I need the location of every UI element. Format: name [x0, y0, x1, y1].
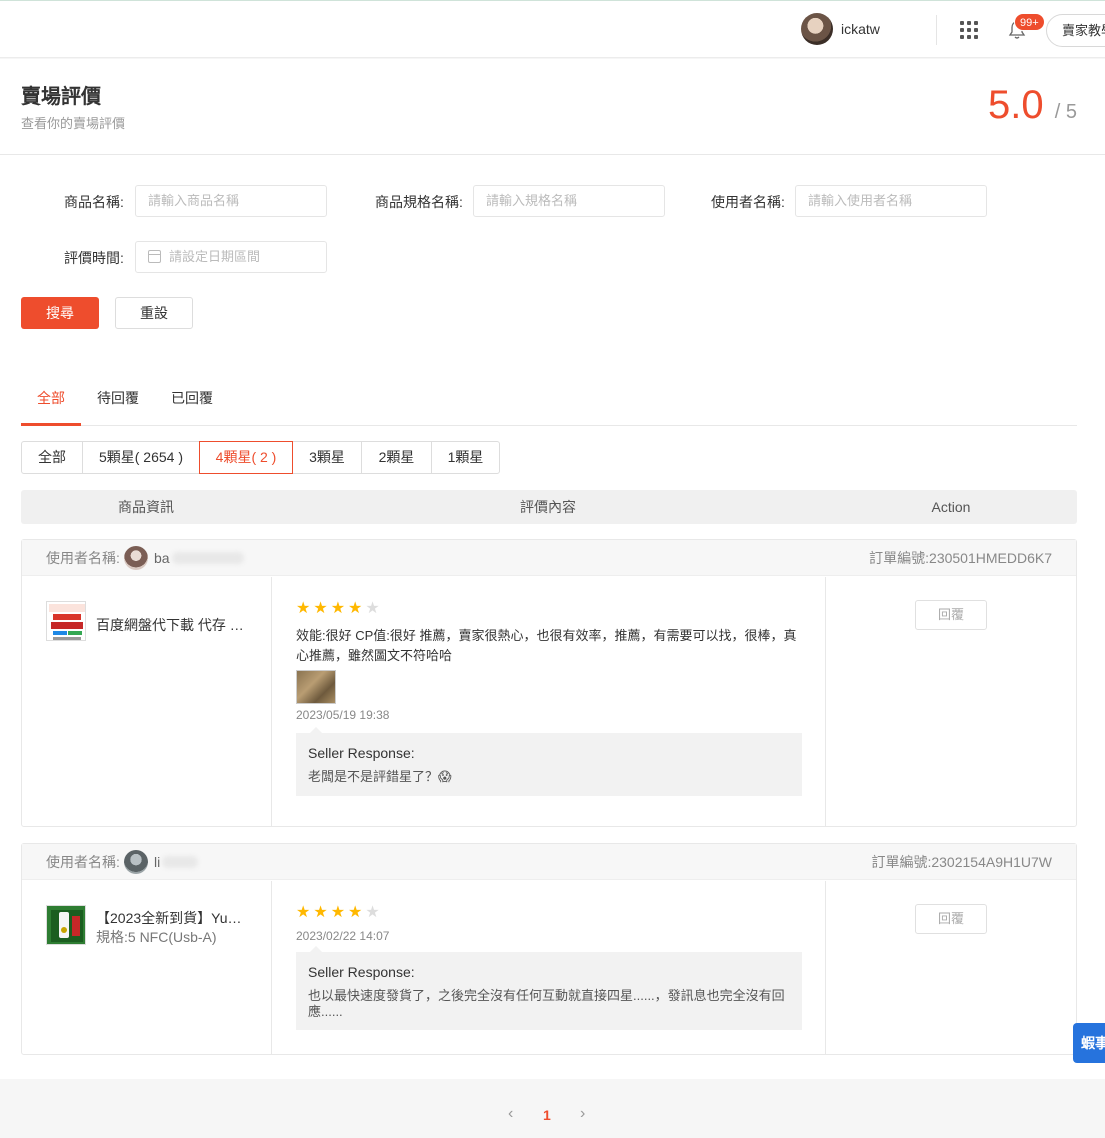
top-bar: ickatw 99+ 賣家教學	[0, 0, 1105, 58]
star-icon: ★	[296, 600, 314, 617]
variation-name-input[interactable]: 請輸入規格名稱	[473, 185, 665, 217]
page-header: 賣場評價 查看你的賣場評價 5.0 / 5	[0, 59, 1105, 155]
seller-response-text: 老闆是不是評錯星了？😱	[308, 769, 452, 784]
reply-status-tabs: 全部 待回覆 已回覆	[21, 379, 1077, 426]
order-number[interactable]: 訂單編號:230501HMEDD6K7	[869, 540, 1052, 576]
reply-button[interactable]: 回覆	[915, 600, 987, 630]
notification-badge: 99+	[1014, 13, 1045, 31]
reviewer-name-blur	[172, 552, 244, 564]
product-name[interactable]: 百度網盤代下載 代存 轉存 google drive	[96, 566, 248, 684]
date-range-placeholder: 請設定日期區間	[169, 249, 261, 264]
star-filter-4[interactable]: 4顆星( 2 )	[199, 441, 293, 474]
variation-name-label: 商品規格名稱:	[375, 194, 463, 210]
product-name[interactable]: 【2023全新到貨】YubiKey 5 NFC	[96, 908, 248, 928]
product-thumbnail[interactable]	[46, 905, 86, 945]
tab-all[interactable]: 全部	[21, 388, 81, 426]
star-filter-1[interactable]: 1顆星	[431, 441, 500, 474]
review-card: 使用者名稱: ba 訂單編號:230501HMEDD6K7 百度網盤代下載 代存…	[21, 539, 1077, 827]
star-icon: ★	[313, 904, 331, 921]
username[interactable]: ickatw	[841, 21, 880, 37]
column-divider	[271, 577, 272, 827]
reviewer-name-blur	[162, 856, 198, 868]
star-icon: ★	[296, 904, 314, 921]
reset-button[interactable]: 重設	[115, 297, 193, 329]
col-review-content: 評價內容	[520, 499, 576, 515]
star-filter-all[interactable]: 全部	[21, 441, 83, 474]
star-icon: ★	[348, 600, 366, 617]
apps-grid-icon[interactable]	[960, 21, 978, 39]
product-spec: 規格:5 NFC(Usb-A)	[96, 929, 217, 945]
search-button[interactable]: 搜尋	[21, 297, 99, 329]
rating-stars: ★★★★★	[296, 902, 383, 922]
product-name-input[interactable]: 請輸入商品名稱	[135, 185, 327, 217]
page-title: 賣場評價	[21, 86, 101, 108]
username-input[interactable]: 請輸入使用者名稱	[795, 185, 987, 217]
column-divider	[825, 881, 826, 1055]
main-panel: 商品名稱: 請輸入商品名稱 商品規格名稱: 請輸入規格名稱 使用者名稱: 請輸入…	[0, 155, 1105, 1079]
score-total: / 5	[1054, 101, 1077, 123]
review-photo[interactable]	[296, 670, 336, 704]
username-label: 使用者名稱:	[711, 194, 785, 210]
star-icon: ★	[330, 600, 349, 617]
tab-replied[interactable]: 已回覆	[171, 388, 213, 426]
star-empty-icon: ★	[365, 600, 383, 617]
column-divider	[271, 881, 272, 1055]
seller-education-button[interactable]: 賣家教學	[1046, 14, 1105, 47]
review-user-label: 使用者名稱:	[46, 854, 120, 870]
star-icon: ★	[330, 904, 349, 921]
review-card: 使用者名稱: li 訂單編號:2302154A9H1U7W 【2023全新到貨】…	[21, 843, 1077, 1055]
seller-response-title: Seller Response:	[308, 745, 415, 761]
seller-response-text: 也以最快速度發貨了，之後完全沒有任何互動就直接四星......，發訊息也完全沒有…	[308, 988, 785, 1019]
calendar-icon	[148, 250, 161, 263]
review-card-header: 使用者名稱: li 訂單編號:2302154A9H1U7W	[22, 844, 1076, 880]
star-filter-5[interactable]: 5顆星( 2654 )	[82, 441, 200, 474]
col-product-info: 商品資訊	[118, 499, 174, 515]
column-divider	[825, 577, 826, 827]
tab-pending-reply[interactable]: 待回覆	[97, 388, 139, 426]
divider	[936, 15, 937, 45]
table-header: 商品資訊 評價內容 Action	[21, 490, 1077, 524]
order-number[interactable]: 訂單編號:2302154A9H1U7W	[871, 844, 1052, 880]
star-empty-icon: ★	[365, 904, 383, 921]
review-time-label: 評價時間:	[64, 250, 124, 266]
shop-rating-score: 5.0 / 5	[988, 82, 1077, 135]
seller-response: Seller Response: 老闆是不是評錯星了？😱	[296, 727, 802, 796]
star-icon: ★	[313, 600, 331, 617]
review-comment: 效能:很好 CP值:很好 推薦，賣家很熱心，也很有效率，推薦，有需要可以找，很棒…	[296, 628, 797, 663]
product-thumbnail[interactable]	[46, 601, 86, 641]
seller-response-title: Seller Response:	[308, 964, 415, 980]
reviewer-name: li	[154, 854, 161, 870]
prev-page-button[interactable]: ‹	[508, 1105, 513, 1123]
page-subtitle: 查看你的賣場評價	[21, 116, 126, 131]
user-avatar[interactable]	[801, 13, 833, 45]
reviewer-avatar	[124, 850, 148, 874]
score-value: 5.0	[988, 83, 1044, 127]
reply-button[interactable]: 回覆	[915, 904, 987, 934]
floating-help-button[interactable]: 蝦事	[1073, 1023, 1105, 1063]
seller-response: Seller Response: 也以最快速度發貨了，之後完全沒有任何互動就直接…	[296, 946, 802, 1030]
pagination: ‹ 1 ›	[0, 1079, 1105, 1138]
col-action: Action	[931, 499, 971, 515]
rating-stars: ★★★★★	[296, 598, 383, 618]
star-icon: ★	[348, 904, 366, 921]
page-number[interactable]: 1	[543, 1107, 551, 1123]
product-name-label: 商品名稱:	[64, 194, 124, 210]
star-filter-group: 全部 5顆星( 2654 ) 4顆星( 2 ) 3顆星 2顆星 1顆星	[21, 441, 500, 474]
star-filter-2[interactable]: 2顆星	[361, 441, 432, 474]
date-range-input[interactable]: 請設定日期區間	[135, 241, 327, 273]
review-time: 2023/05/19 19:38	[296, 708, 390, 722]
star-filter-3[interactable]: 3顆星	[292, 441, 362, 474]
next-page-button[interactable]: ›	[580, 1105, 585, 1123]
review-time: 2023/02/22 14:07	[296, 929, 390, 943]
